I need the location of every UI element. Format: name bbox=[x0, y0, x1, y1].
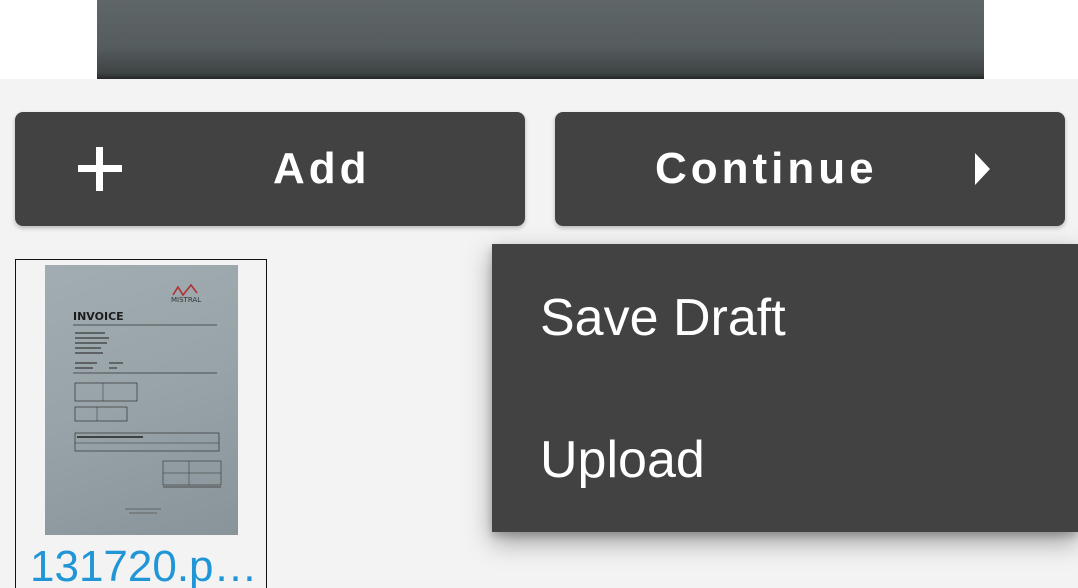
chevron-right-icon bbox=[975, 153, 990, 185]
continue-button[interactable]: Continue bbox=[555, 112, 1065, 226]
menu-item-save-draft[interactable]: Save Draft bbox=[492, 244, 1078, 388]
thumbnail-logo-text: MISTRAL bbox=[171, 296, 201, 304]
overflow-menu: Save Draft Upload bbox=[492, 244, 1078, 532]
menu-item-upload[interactable]: Upload bbox=[492, 388, 1078, 532]
menu-item-label: Upload bbox=[540, 431, 705, 489]
menu-item-label: Save Draft bbox=[540, 289, 786, 347]
add-button[interactable]: Add bbox=[15, 112, 525, 226]
document-preview bbox=[97, 0, 984, 79]
scan-review-screen: Add Continue MISTRAL INVOICE 131720.p… S… bbox=[0, 0, 1078, 588]
continue-button-label: Continue bbox=[655, 144, 878, 193]
plus-icon bbox=[78, 147, 122, 191]
file-tile[interactable]: MISTRAL INVOICE 131720.p… bbox=[15, 259, 267, 588]
invoice-thumbnail-image: MISTRAL INVOICE bbox=[73, 283, 222, 514]
file-name-label: 131720.p… bbox=[30, 542, 258, 588]
thumbnail-heading: INVOICE bbox=[73, 310, 124, 323]
add-button-label: Add bbox=[273, 144, 371, 193]
file-thumbnail: MISTRAL INVOICE bbox=[45, 265, 238, 535]
mistral-logo-mark bbox=[172, 283, 198, 297]
